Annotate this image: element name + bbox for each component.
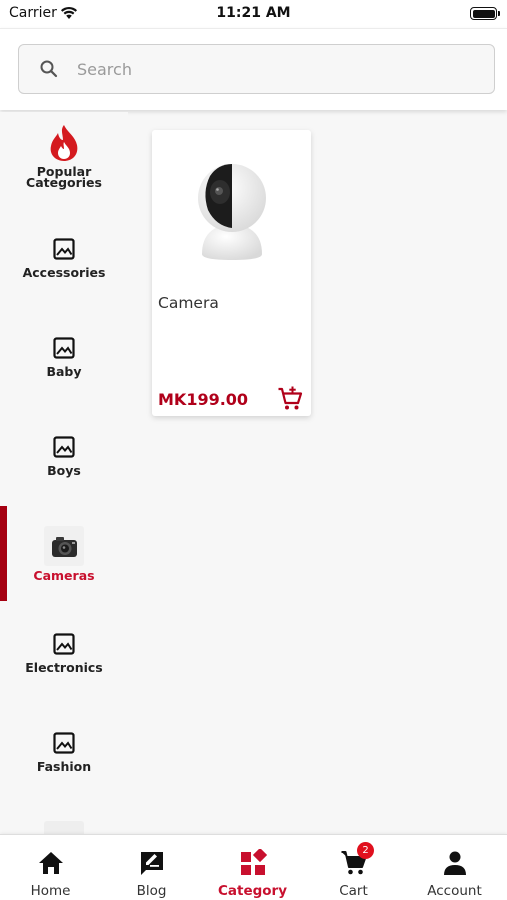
category-baby[interactable]: Baby [0, 310, 128, 409]
battery-icon [470, 7, 500, 20]
category-label: Popular Categories [26, 164, 102, 190]
fire-icon [47, 124, 81, 162]
category-fashion[interactable]: Fashion [0, 706, 128, 805]
image-placeholder-icon [52, 632, 76, 656]
search-bar[interactable] [18, 44, 495, 94]
tab-home[interactable]: Home [0, 835, 101, 900]
category-label: Baby [46, 364, 82, 379]
tab-label: Account [427, 883, 482, 899]
search-icon [39, 59, 59, 83]
search-header [0, 28, 507, 110]
product-name: Camera [158, 294, 219, 312]
account-icon [441, 849, 469, 877]
category-sidebar: Popular Categories Accessories Baby Boys [0, 112, 128, 834]
image-placeholder-icon [52, 237, 76, 261]
home-icon [37, 849, 65, 877]
category-label: Cameras [33, 568, 95, 583]
search-input[interactable] [77, 45, 477, 93]
category-cameras[interactable]: Cameras [0, 508, 128, 607]
tab-cart[interactable]: Cart [303, 835, 404, 900]
category-label: Fashion [36, 759, 92, 774]
category-label: Electronics [25, 660, 103, 675]
status-bar: Carrier 11:21 AM [0, 0, 507, 28]
tab-account[interactable]: Account [404, 835, 505, 900]
category-icon [239, 847, 268, 877]
blog-icon [138, 849, 166, 877]
tab-label: Home [30, 883, 71, 899]
bottom-navigation: Home Blog Category Cart 2 Account [0, 834, 507, 900]
product-price: MK199.00 [158, 390, 249, 409]
add-to-cart-icon[interactable] [277, 386, 303, 412]
category-boys[interactable]: Boys [0, 409, 128, 508]
cart-badge: 2 [357, 842, 374, 859]
product-image [172, 146, 292, 276]
category-popular[interactable]: Popular Categories [0, 112, 128, 211]
tab-blog[interactable]: Blog [101, 835, 202, 900]
product-card[interactable]: Camera MK199.00 [152, 130, 311, 416]
image-placeholder-icon [52, 435, 76, 459]
category-accessories[interactable]: Accessories [0, 211, 128, 310]
category-label: Boys [47, 463, 81, 478]
tab-category[interactable]: Category [202, 835, 303, 900]
category-label: Accessories [22, 265, 106, 280]
camera-thumbnail [44, 526, 84, 566]
tab-label: Blog [136, 883, 167, 899]
clock: 11:21 AM [216, 5, 291, 21]
image-placeholder-icon [52, 731, 76, 755]
tab-label: Cart [339, 883, 368, 899]
category-partial[interactable] [0, 805, 128, 834]
category-thumbnail [44, 821, 84, 834]
category-electronics[interactable]: Electronics [0, 607, 128, 706]
image-placeholder-icon [52, 336, 76, 360]
tab-label: Category [217, 883, 288, 899]
